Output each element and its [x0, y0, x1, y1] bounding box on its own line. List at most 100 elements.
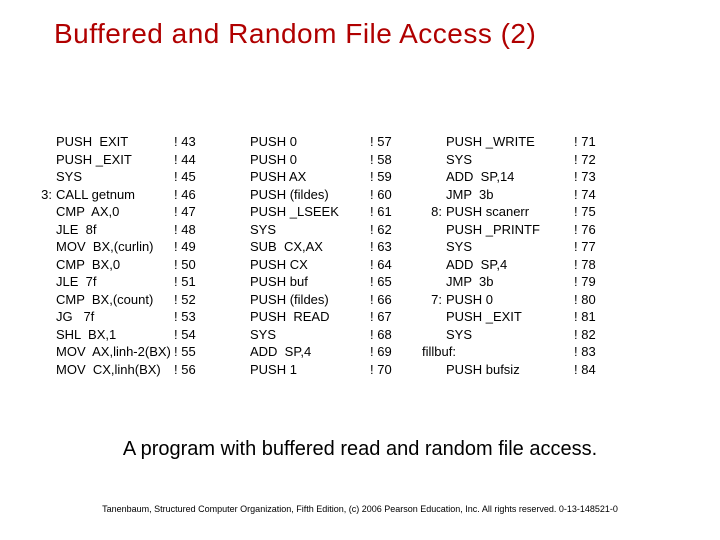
code-line: PUSH _EXIT! 81	[422, 308, 608, 326]
code-linenum: ! 61	[370, 203, 404, 221]
code-linenum: ! 58	[370, 151, 404, 169]
code-linenum: ! 45	[174, 168, 208, 186]
code-instruction: PUSH scanerr	[446, 203, 574, 221]
code-label	[422, 273, 446, 291]
code-linenum: ! 77	[574, 238, 608, 256]
code-linenum: ! 68	[370, 326, 404, 344]
code-line: PUSH buf! 65	[226, 273, 404, 291]
code-line: CMP AX,0! 47	[32, 203, 208, 221]
code-line: PUSH CX! 64	[226, 256, 404, 274]
code-label	[422, 361, 446, 379]
code-line: 7:PUSH 0! 80	[422, 291, 608, 309]
code-linenum: ! 74	[574, 186, 608, 204]
code-linenum: ! 51	[174, 273, 208, 291]
code-instruction: SYS	[446, 326, 574, 344]
code-instruction: JMP 3b	[446, 273, 574, 291]
code-label	[422, 256, 446, 274]
code-line: JMP 3b! 74	[422, 186, 608, 204]
code-line: 3:CALL getnum! 46	[32, 186, 208, 204]
code-line: MOV BX,(curlin)! 49	[32, 238, 208, 256]
code-linenum: ! 82	[574, 326, 608, 344]
code-linenum: ! 79	[574, 273, 608, 291]
code-linenum: ! 59	[370, 168, 404, 186]
code-linenum: ! 63	[370, 238, 404, 256]
code-linenum: ! 72	[574, 151, 608, 169]
code-instruction: PUSH (fildes)	[250, 291, 370, 309]
code-instruction: PUSH _PRINTF	[446, 221, 574, 239]
code-line: PUSH _LSEEK! 61	[226, 203, 404, 221]
code-linenum: ! 57	[370, 133, 404, 151]
code-label	[226, 221, 250, 239]
code-label	[32, 238, 56, 256]
code-label	[226, 273, 250, 291]
code-instruction: PUSH _EXIT	[446, 308, 574, 326]
code-instruction: CMP AX,0	[56, 203, 174, 221]
code-line: JG 7f! 53	[32, 308, 208, 326]
code-label	[422, 186, 446, 204]
code-line: PUSH 0! 57	[226, 133, 404, 151]
code-line: PUSH bufsiz! 84	[422, 361, 608, 379]
code-instruction: SHL BX,1	[56, 326, 174, 344]
code-linenum: ! 53	[174, 308, 208, 326]
code-line: PUSH READ! 67	[226, 308, 404, 326]
code-instruction: PUSH 0	[446, 291, 574, 309]
code-label	[32, 308, 56, 326]
code-linenum: ! 67	[370, 308, 404, 326]
code-instruction: ADD SP,4	[446, 256, 574, 274]
code-label	[32, 361, 56, 379]
code-line: JLE 8f! 48	[32, 221, 208, 239]
code-line: MOV CX,linh(BX)! 56	[32, 361, 208, 379]
code-line: SYS! 45	[32, 168, 208, 186]
code-label	[226, 256, 250, 274]
code-label	[32, 256, 56, 274]
code-linenum: ! 65	[370, 273, 404, 291]
code-label: 7:	[422, 291, 446, 309]
code-label: 8:	[422, 203, 446, 221]
code-instruction: JLE 7f	[56, 273, 174, 291]
code-label	[226, 291, 250, 309]
code-line: SUB CX,AX! 63	[226, 238, 404, 256]
code-label	[32, 221, 56, 239]
code-label	[226, 133, 250, 151]
code-linenum: ! 50	[174, 256, 208, 274]
code-instruction: PUSH 0	[250, 151, 370, 169]
code-linenum: ! 47	[174, 203, 208, 221]
code-label	[32, 203, 56, 221]
code-label	[422, 326, 446, 344]
code-label	[32, 326, 56, 344]
code-linenum: ! 48	[174, 221, 208, 239]
code-instruction: SYS	[446, 238, 574, 256]
code-line: CMP BX,0! 50	[32, 256, 208, 274]
code-label	[422, 221, 446, 239]
code-line: 8:PUSH scanerr! 75	[422, 203, 608, 221]
code-label	[226, 308, 250, 326]
code-instruction: MOV BX,(curlin)	[56, 238, 174, 256]
code-linenum: ! 52	[174, 291, 208, 309]
code-label	[226, 326, 250, 344]
code-label	[32, 291, 56, 309]
code-instruction: PUSH CX	[250, 256, 370, 274]
code-linenum: ! 80	[574, 291, 608, 309]
code-linenum: ! 75	[574, 203, 608, 221]
code-label	[422, 151, 446, 169]
code-line: ADD SP,4! 69	[226, 343, 404, 361]
code-label	[226, 238, 250, 256]
code-line: SYS! 68	[226, 326, 404, 344]
code-label	[32, 151, 56, 169]
code-instruction: SYS	[250, 326, 370, 344]
code-instruction: SYS	[56, 168, 174, 186]
code-line: SYS! 82	[422, 326, 608, 344]
code-instruction: PUSH AX	[250, 168, 370, 186]
code-line: SYS! 77	[422, 238, 608, 256]
code-linenum: ! 78	[574, 256, 608, 274]
code-label	[422, 133, 446, 151]
code-linenum: ! 64	[370, 256, 404, 274]
code-linenum: ! 55	[174, 343, 208, 361]
code-label	[32, 273, 56, 291]
code-instruction: ADD SP,14	[446, 168, 574, 186]
code-instruction: MOV CX,linh(BX)	[56, 361, 174, 379]
code-label	[226, 168, 250, 186]
code-linenum: ! 43	[174, 133, 208, 151]
code-line: fillbuf:! 83	[422, 343, 608, 361]
code-instruction: PUSH (fildes)	[250, 186, 370, 204]
